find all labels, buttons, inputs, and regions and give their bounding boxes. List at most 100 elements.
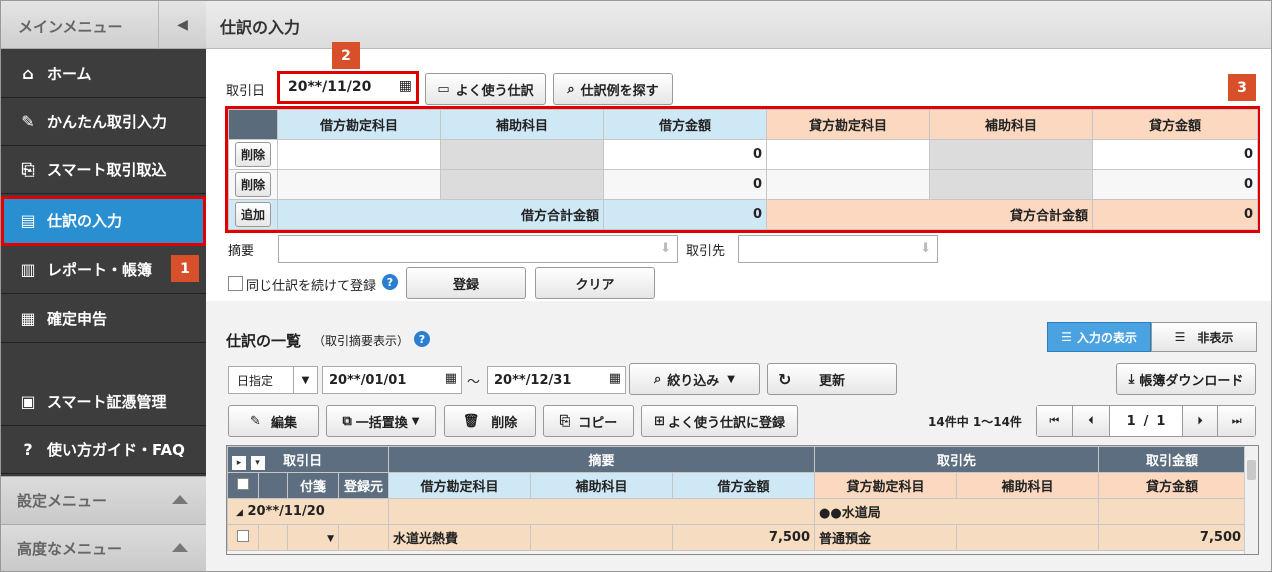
row-checkbox[interactable] (237, 529, 249, 542)
list-icon: ☰ (1174, 330, 1186, 344)
add-row-button[interactable]: 追加 (234, 202, 271, 227)
copy-button[interactable]: ⎘ コピー (543, 405, 634, 437)
memo-input[interactable]: ⬇ (278, 235, 678, 263)
sidebar-item-label: 使い方ガイド・FAQ (47, 441, 185, 459)
trash-icon: 🗑 (462, 413, 480, 429)
callout-badge-2: 2 (332, 42, 360, 69)
debit-amount-cell[interactable]: 0 (603, 169, 767, 200)
download-ledger-button[interactable]: ⤓ 帳簿ダウンロード (1116, 363, 1256, 395)
pagination: ⏮ ⏴ 1 / 1 ⏵ ⏭ (1036, 405, 1256, 437)
delete-button[interactable]: 🗑 削除 (444, 405, 536, 437)
arrow-down-icon[interactable]: ⬇ (660, 241, 671, 256)
header-date-cell: ▸ ▾ 取引日 (227, 446, 390, 473)
credit-amount-cell[interactable]: 0 (1092, 169, 1258, 200)
scrollbar-thumb[interactable] (1247, 460, 1256, 480)
sidebar-item-easy-entry[interactable]: ✎ かんたん取引入力 (1, 98, 206, 146)
header-credit-account: 貸方勘定科目 (814, 472, 958, 499)
vertical-scrollbar[interactable] (1244, 446, 1258, 554)
prev-page-icon[interactable]: ⏴ (1072, 406, 1111, 436)
header-debit-amount: 借方金額 (672, 472, 816, 499)
voucher-icon: ▣ (20, 392, 36, 411)
report-icon: ▥ (20, 260, 36, 279)
debit-amount-cell[interactable]: 0 (603, 139, 767, 170)
sidebar-item-label: 仕訳の入力 (47, 212, 123, 230)
partner-input[interactable]: ⬇ (738, 235, 938, 263)
sidebar-title: メインメニュー (18, 18, 123, 36)
filter-button[interactable]: ⌕ 絞り込み ▼ (629, 363, 760, 395)
register-button[interactable]: 登録 (406, 267, 526, 299)
calendar-icon[interactable]: ▦ (609, 371, 621, 386)
debit-account-cell[interactable] (277, 139, 441, 170)
first-page-icon[interactable]: ⏮ (1037, 406, 1073, 436)
arrow-down-icon[interactable]: ⬇ (920, 241, 931, 256)
sidebar-item-home[interactable]: ⌂ ホーム (1, 50, 206, 98)
clear-button[interactable]: クリア (535, 267, 655, 299)
register-favorite-button[interactable]: ⊞ よく使う仕訳に登録 (641, 405, 798, 437)
help-icon[interactable]: ? (382, 274, 398, 290)
debit-account-cell[interactable] (277, 169, 441, 200)
callout-badge-3: 3 (1228, 74, 1256, 101)
journal-icon: ▤ (20, 211, 36, 230)
sidebar-item-tax-return[interactable]: ▦ 確定申告 (1, 295, 206, 343)
header-label: 取引日 (283, 453, 323, 469)
sidebar-item-journal-entry[interactable]: ▤ 仕訳の入力 (1, 196, 206, 246)
sidebar-item-label: スマート証憑管理 (47, 393, 167, 411)
refresh-button[interactable]: ↻ 更新 (767, 363, 897, 395)
copy-icon: ⎘ (559, 413, 571, 429)
page-indicator[interactable]: 1 / 1 (1110, 406, 1181, 436)
collapse-icon[interactable]: ◢ (236, 508, 243, 518)
table-row-group[interactable]: ◢ 20**/11/20 ●●水道局 (227, 498, 1247, 525)
table-row[interactable]: ▼ 水道光熱費 7,500 普通預金 7,500 (227, 524, 1247, 551)
credit-account-cell[interactable] (766, 169, 930, 200)
credit-amount-cell[interactable]: 0 (1092, 139, 1258, 170)
sidebar-header: メインメニュー ◀ (1, 1, 206, 49)
date-from-input[interactable]: 20**/01/01 ▦ (322, 366, 462, 394)
header-credit-sub: 補助科目 (956, 472, 1100, 499)
search-icon: ⌕ (567, 81, 575, 97)
expand-icon[interactable]: ▸ (232, 455, 246, 470)
chevron-up-icon (172, 495, 188, 504)
sidebar-item-label: ホーム (47, 65, 92, 83)
date-input[interactable]: 20**/11/20 ▦ (277, 71, 419, 104)
next-page-icon[interactable]: ⏵ (1181, 406, 1218, 436)
calendar-icon[interactable]: ▦ (445, 371, 457, 386)
edit-button[interactable]: ✎ 編集 (228, 405, 319, 437)
page-total: 1 (1156, 413, 1166, 429)
toggle-label: 非表示 (1197, 330, 1234, 345)
col-header: 貸方金額 (1092, 109, 1258, 140)
credit-account-cell[interactable] (766, 139, 930, 170)
chevron-up-icon (172, 543, 188, 552)
hide-entry-toggle[interactable]: ☰ 非表示 (1151, 322, 1257, 352)
dropdown-icon[interactable]: ▾ (250, 455, 265, 470)
delete-row-button[interactable]: 削除 (234, 142, 271, 167)
sidebar-section-advanced[interactable]: 高度なメニュー (1, 524, 206, 571)
journal-list-table-wrapper: ▸ ▾ 取引日 摘要 取引先 取引金額 付箋 登録元 借方勘定科目 補助科目 借… (226, 445, 1259, 555)
date-to-input[interactable]: 20**/12/31 ▦ (487, 366, 626, 394)
sidebar-item-guide[interactable]: ? 使い方ガイド・FAQ (1, 426, 206, 474)
col-header: 借方勘定科目 (277, 109, 441, 140)
sidebar-section-settings[interactable]: 設定メニュー (1, 476, 206, 524)
delete-row-button[interactable]: 削除 (234, 172, 271, 197)
date-label: 取引日 (226, 84, 266, 99)
list-subtitle: （取引摘要表示） (313, 334, 410, 348)
bulk-replace-button[interactable]: ⧉ 一括置換 ▼ (326, 405, 436, 437)
group-partner: ●●水道局 (814, 498, 1100, 525)
help-icon[interactable]: ? (414, 331, 430, 347)
caret-down-icon[interactable]: ▼ (327, 534, 334, 544)
app-window: メインメニュー ◀ ⌂ ホーム ✎ かんたん取引入力 ⎘ スマート取引取込 ▤ 仕訳の入… (0, 0, 1272, 572)
last-page-icon[interactable]: ⏭ (1217, 406, 1255, 436)
continue-checkbox[interactable] (228, 276, 243, 291)
sidebar-item-smart-import[interactable]: ⎘ スマート取引取込 (1, 146, 206, 194)
select-all-checkbox[interactable] (237, 477, 249, 490)
favorite-journal-button[interactable]: ▭ よく使う仕訳 (425, 73, 546, 105)
select-value: 日指定 (237, 373, 274, 388)
calendar-icon[interactable]: ▦ (399, 78, 412, 94)
collapse-sidebar-button[interactable]: ◀ (158, 1, 206, 49)
show-entry-toggle[interactable]: ☰ 入力の表示 (1047, 322, 1151, 352)
sidebar-item-voucher[interactable]: ▣ スマート証憑管理 (1, 378, 206, 426)
period-type-select[interactable]: 日指定 ▼ (228, 366, 318, 394)
sidebar-item-label: レポート・帳簿 (47, 261, 153, 279)
search-example-button[interactable]: ⌕ 仕訳例を探す (553, 73, 673, 105)
sidebar: メインメニュー ◀ ⌂ ホーム ✎ かんたん取引入力 ⎘ スマート取引取込 ▤ 仕訳の入… (1, 1, 206, 571)
credit-total-value: 0 (1092, 199, 1258, 230)
